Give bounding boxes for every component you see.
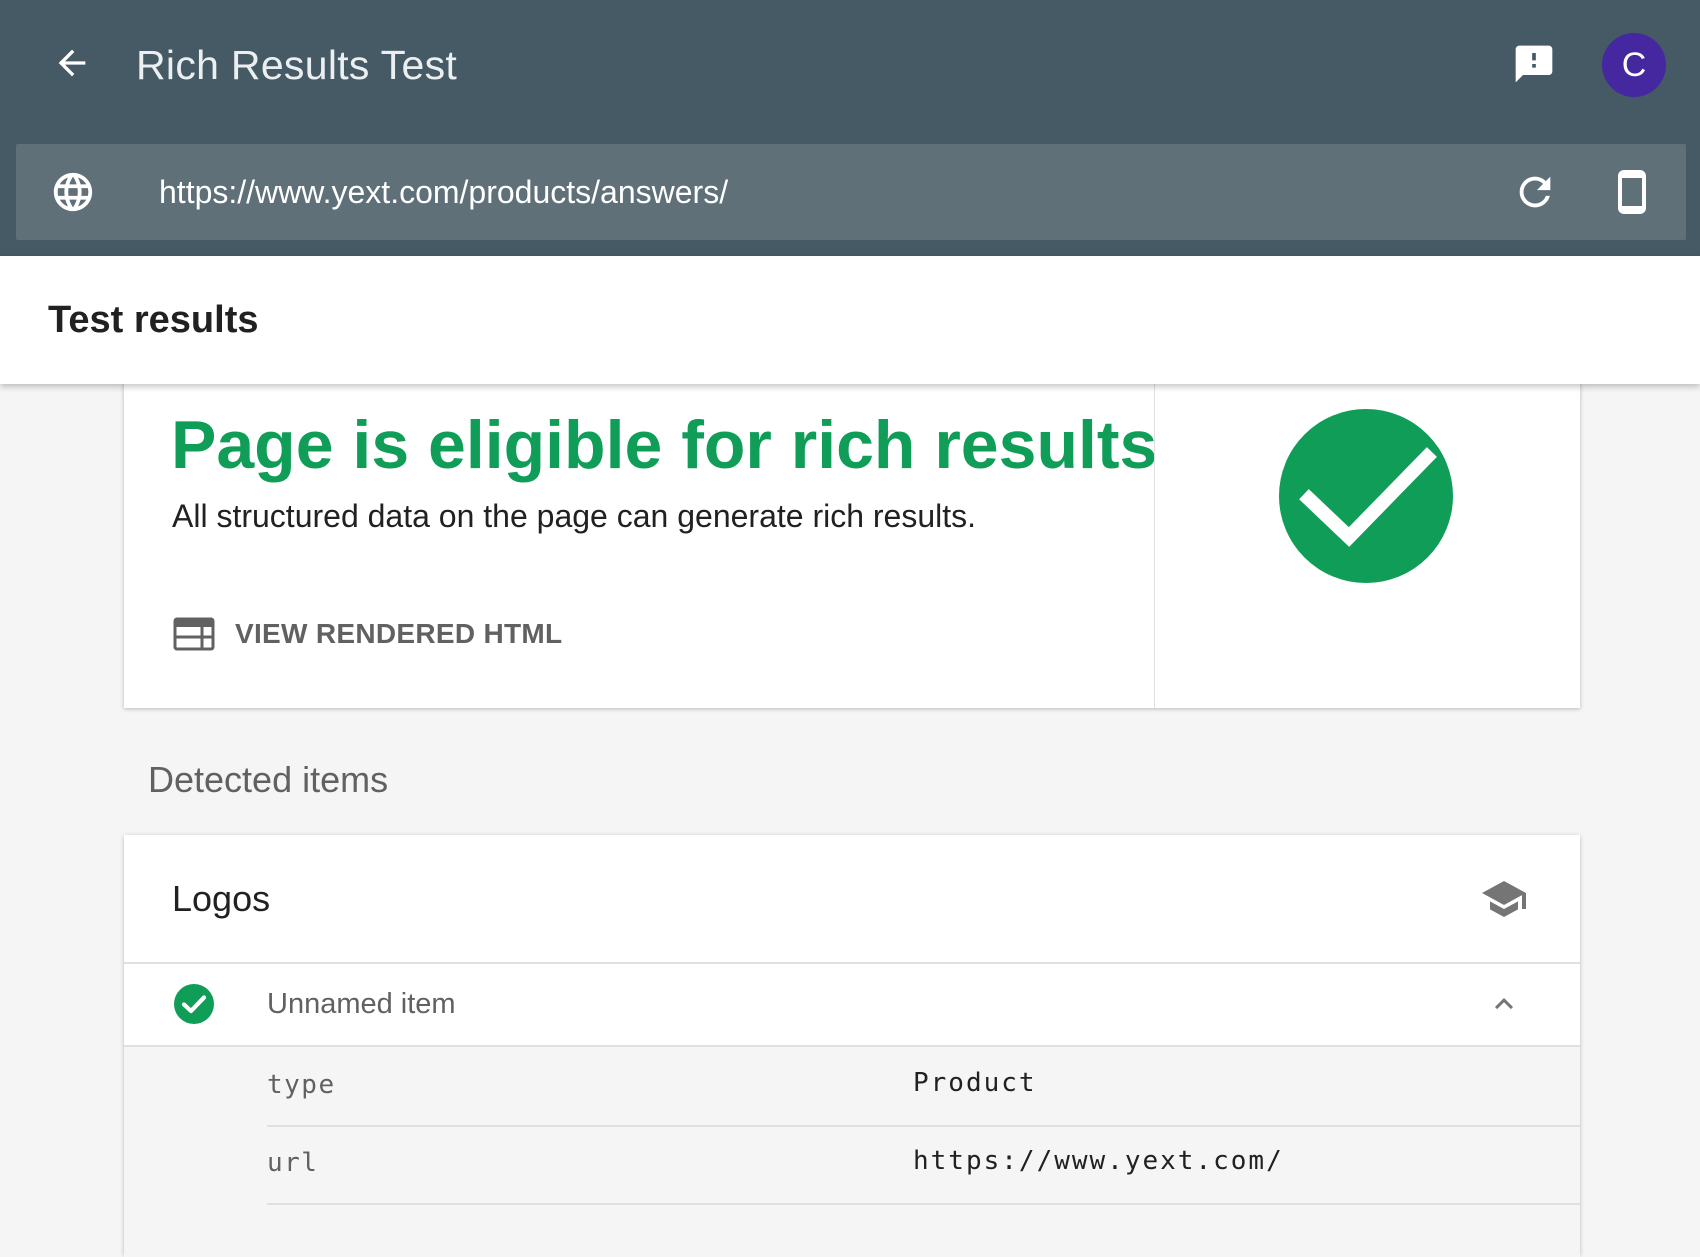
avatar[interactable]: C bbox=[1602, 33, 1666, 97]
view-rendered-html-button[interactable]: VIEW RENDERED HTML bbox=[172, 612, 562, 656]
property-row: type Product bbox=[267, 1047, 1580, 1127]
smartphone-icon bbox=[1618, 170, 1646, 214]
detected-items-heading: Detected items bbox=[148, 759, 389, 800]
property-value: Product bbox=[913, 1068, 1037, 1098]
eligibility-headline: Page is eligible for rich results bbox=[171, 407, 1158, 483]
logos-card: Logos Unnamed item type Product url http… bbox=[124, 835, 1580, 1257]
detected-item-row[interactable]: Unnamed item bbox=[124, 964, 1580, 1044]
card-divider bbox=[1154, 340, 1155, 708]
item-properties: type Product url https://www.yext.com/ bbox=[124, 1045, 1580, 1257]
back-button[interactable] bbox=[50, 41, 94, 85]
property-key: type bbox=[267, 1070, 336, 1100]
refresh-button[interactable] bbox=[1511, 168, 1559, 216]
feedback-icon bbox=[1515, 45, 1553, 83]
web-layout-icon bbox=[172, 612, 216, 656]
globe-icon bbox=[53, 172, 93, 212]
mobile-device-button[interactable] bbox=[1608, 166, 1656, 218]
chevron-up-icon[interactable] bbox=[1486, 986, 1522, 1022]
property-row: url https://www.yext.com/ bbox=[267, 1125, 1580, 1205]
app-bar: Rich Results Test C bbox=[0, 0, 1700, 256]
logos-card-title: Logos bbox=[172, 878, 271, 919]
check-circle-icon bbox=[174, 984, 214, 1024]
property-key: url bbox=[267, 1148, 319, 1178]
url-input[interactable] bbox=[159, 164, 1459, 220]
eligibility-card: Page is eligible for rich results All st… bbox=[124, 340, 1580, 708]
test-results-bar: Test results bbox=[0, 256, 1700, 384]
app-title: Rich Results Test bbox=[136, 42, 458, 88]
detected-item-label: Unnamed item bbox=[267, 988, 456, 1020]
test-results-title: Test results bbox=[48, 299, 259, 341]
property-value: https://www.yext.com/ bbox=[913, 1146, 1284, 1176]
refresh-icon bbox=[1519, 176, 1551, 208]
arrow-back-icon bbox=[58, 49, 86, 77]
school-icon[interactable] bbox=[1480, 875, 1528, 923]
eligibility-description: All structured data on the page can gene… bbox=[172, 498, 977, 534]
check-circle-icon bbox=[1279, 409, 1453, 583]
url-bar bbox=[16, 144, 1686, 240]
view-rendered-html-label: VIEW RENDERED HTML bbox=[235, 618, 563, 649]
feedback-button[interactable] bbox=[1512, 42, 1556, 86]
